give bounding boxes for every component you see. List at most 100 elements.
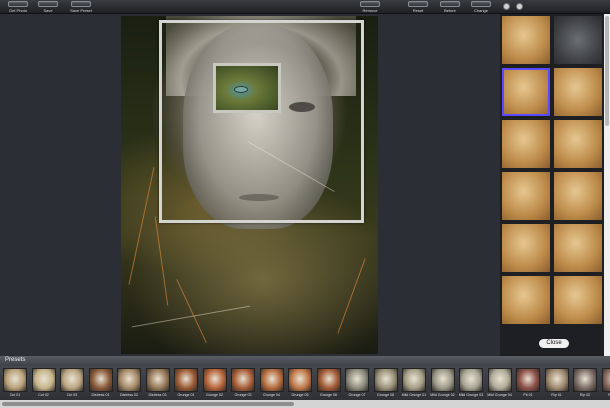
preset-item[interactable]: Grunge 02: [202, 368, 228, 397]
preset-thumbnail: [601, 368, 610, 392]
preset-label: Grunge 03: [234, 393, 252, 397]
texture-thumbnail[interactable]: [554, 120, 602, 168]
before-button[interactable]: Before: [438, 0, 462, 14]
before-label: Before: [444, 8, 456, 13]
preset-item[interactable]: Pit 01: [515, 368, 541, 397]
preset-item[interactable]: Grunge 04: [259, 368, 285, 397]
preset-item[interactable]: Cut 01: [2, 368, 28, 397]
texture-scrollbar[interactable]: [604, 14, 610, 356]
preset-thumbnail: [88, 368, 113, 392]
preset-item[interactable]: Distress 03: [145, 368, 171, 397]
preset-label: Grunge 01: [177, 393, 195, 397]
texture-thumbnail[interactable]: [554, 16, 602, 64]
change-button[interactable]: Change: [468, 0, 494, 14]
preset-item[interactable]: Mild Grunge 04: [487, 368, 513, 397]
preset-item[interactable]: Mild Grunge 02: [430, 368, 456, 397]
preset-item[interactable]: Cut 03: [59, 368, 85, 397]
preset-thumbnail: [145, 368, 170, 392]
preset-label: Grunge 02: [206, 393, 223, 397]
preset-label: Grunge 04: [263, 393, 280, 397]
preset-item[interactable]: Grunge 03: [230, 368, 256, 397]
preset-thumbnail: [345, 368, 369, 392]
preset-thumbnail: [174, 368, 198, 392]
top-toolbar: Get Photo Save Save Preset Remove Reset …: [0, 0, 610, 14]
preset-item[interactable]: Grunge 06: [316, 368, 342, 397]
texture-thumbnail[interactable]: [502, 172, 550, 220]
texture-thumbnail[interactable]: [554, 172, 602, 220]
preset-thumbnail: [60, 368, 84, 392]
preset-label: Mild Grunge 03: [458, 393, 484, 397]
save-icon: [38, 1, 58, 7]
close-button[interactable]: Close: [539, 339, 569, 348]
preset-thumbnail: [487, 368, 512, 392]
grunge-scratch: [176, 279, 207, 343]
texture-scrollbar-thumb[interactable]: [605, 16, 609, 126]
preset-item[interactable]: Grunge 01: [173, 368, 199, 397]
reset-label: Reset: [412, 8, 424, 13]
photo-icon: [8, 1, 28, 7]
texture-thumbnail[interactable]: [502, 68, 550, 116]
preset-label: Rip 01: [551, 393, 562, 397]
preset-thumbnail: [459, 368, 483, 392]
info-icon[interactable]: [503, 3, 510, 10]
texture-thumbnail[interactable]: [554, 68, 602, 116]
remove-button[interactable]: Remove: [356, 0, 384, 14]
before-icon: [440, 1, 460, 7]
eye-reveal-box[interactable]: [213, 63, 281, 113]
brush-icon: [360, 1, 380, 7]
texture-thumbnail[interactable]: [554, 276, 602, 324]
get-photo-button[interactable]: Get Photo: [4, 0, 32, 14]
texture-thumbnail[interactable]: [554, 224, 602, 272]
preset-item[interactable]: Mild Grunge 01: [401, 368, 427, 397]
preset-label: Cut 02: [38, 393, 49, 397]
preset-thumbnail: [231, 368, 255, 392]
change-label: Change: [473, 8, 488, 13]
preset-item[interactable]: Rip 03: [601, 368, 610, 397]
texture-thumbnail[interactable]: [502, 224, 550, 272]
preset-thumbnail: [202, 368, 227, 392]
preset-item[interactable]: Grunge 08: [373, 368, 399, 397]
preset-label: Distress 01: [91, 393, 110, 397]
presets-strip: Cut 01 Cut 02 Cut 03 Distress 01 Distress 02…: [0, 366, 610, 400]
preset-thumbnail: [3, 368, 27, 392]
grunge-scratch: [128, 167, 155, 285]
preset-item[interactable]: Rip 01: [544, 368, 570, 397]
presets-scrollbar[interactable]: [0, 400, 610, 408]
preset-label: Mild Grunge 04: [487, 393, 512, 397]
preset-thumbnail: [516, 368, 540, 392]
settings-icon[interactable]: [516, 3, 523, 10]
presets-scrollbar-thumb[interactable]: [2, 402, 294, 406]
preset-item[interactable]: Distress 02: [116, 368, 142, 397]
preset-label: Grunge 08: [377, 393, 394, 397]
texture-thumbnail[interactable]: [502, 276, 550, 324]
edited-photo[interactable]: [121, 16, 378, 354]
preset-thumbnail: [259, 368, 284, 392]
preset-item[interactable]: Mild Grunge 03: [458, 368, 484, 397]
preset-thumbnail: [573, 368, 597, 392]
texture-panel: Close: [500, 14, 604, 356]
canvas-area: [0, 14, 500, 356]
grunge-scratch: [154, 216, 169, 306]
preset-label: Grunge 07: [348, 393, 366, 397]
texture-thumbnail[interactable]: [502, 120, 550, 168]
save-preset-label: Save Preset: [70, 8, 92, 13]
presets-header: Presets: [0, 356, 610, 366]
selection-frame[interactable]: [159, 20, 364, 223]
reset-button[interactable]: Reset: [406, 0, 430, 14]
save-preset-button[interactable]: Save Preset: [66, 0, 96, 14]
preset-label: Rip 03: [600, 393, 610, 397]
texture-thumbnail[interactable]: [502, 16, 550, 64]
save-label: Save: [43, 8, 53, 13]
preset-item[interactable]: Cut 02: [31, 368, 57, 397]
preset-label: Mild Grunge 02: [430, 393, 455, 397]
save-preset-icon: [71, 1, 91, 7]
preset-thumbnail: [288, 368, 312, 392]
preset-item[interactable]: Rip 02: [572, 368, 598, 397]
get-photo-label: Get Photo: [8, 8, 27, 13]
preset-item[interactable]: Grunge 05: [287, 368, 313, 397]
preset-item[interactable]: Distress 01: [88, 368, 114, 397]
photo-eye-color: [234, 86, 248, 93]
preset-item[interactable]: Grunge 07: [344, 368, 370, 397]
save-button[interactable]: Save: [36, 0, 60, 14]
preset-label: Rip 02: [579, 393, 591, 397]
